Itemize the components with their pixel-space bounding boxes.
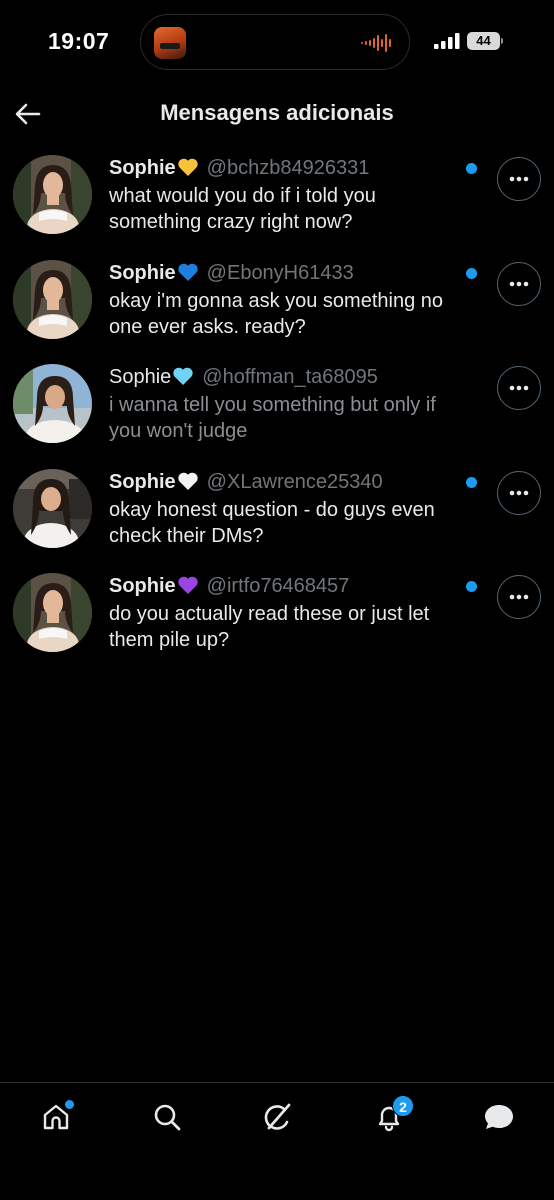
- nav-notifications[interactable]: 2: [369, 1095, 414, 1137]
- dynamic-island[interactable]: [140, 14, 410, 70]
- more-options-button[interactable]: [497, 261, 541, 306]
- status-time: 19:07: [48, 28, 110, 54]
- sender-name: Sophie: [109, 470, 176, 493]
- signal-icon: [434, 33, 460, 49]
- avatar[interactable]: [13, 573, 92, 652]
- message-preview: okay honest question - do guys even chec…: [109, 498, 435, 547]
- bottom-nav: 2: [0, 1082, 554, 1200]
- message-preview: what would you do if i told you somethin…: [109, 185, 376, 233]
- grok-icon: [264, 1103, 291, 1130]
- nav-grok[interactable]: [258, 1097, 298, 1137]
- sender-handle: @EbonyH61433: [206, 261, 354, 284]
- sender-handle: @irtfo76468457: [206, 575, 350, 597]
- waveform-icon: [361, 34, 391, 52]
- avatar[interactable]: [13, 468, 92, 548]
- search-icon: [154, 1104, 181, 1131]
- more-options-button[interactable]: [497, 575, 541, 619]
- more-icon: [509, 281, 529, 286]
- sender-handle: @hoffman_ta68095: [202, 366, 378, 388]
- nav-search[interactable]: [147, 1097, 187, 1137]
- sender-name: Sophie: [109, 366, 172, 388]
- home-badge-dot: [65, 1100, 74, 1109]
- notification-count-badge: 2: [392, 1095, 414, 1117]
- yellow-heart-icon: [178, 158, 198, 176]
- sender-name: Sophie: [109, 575, 176, 597]
- message-request-list: Sophie @bchzb84926331 what would you do i…: [0, 150, 554, 673]
- app-icon: [154, 27, 186, 59]
- avatar[interactable]: [13, 259, 92, 339]
- white-heart-icon: [178, 472, 198, 490]
- list-item[interactable]: Sophie @EbonyH61433 okay i'm gonna ask yo…: [0, 255, 554, 360]
- nav-home[interactable]: [36, 1097, 76, 1137]
- purple-heart-icon: [178, 576, 198, 594]
- list-item[interactable]: Sophie @hoffman_ta68095 i wanna tell you …: [0, 359, 554, 464]
- header: Mensagens adicionais: [0, 90, 554, 140]
- unread-dot: [466, 476, 477, 488]
- nav-messages[interactable]: [479, 1097, 519, 1137]
- message-preview: okay i'm gonna ask you something no one …: [109, 289, 444, 338]
- blue-heart-icon: [178, 263, 198, 281]
- avatar[interactable]: [13, 155, 92, 234]
- messages-icon: [485, 1105, 513, 1129]
- more-icon: [509, 176, 529, 182]
- sender-handle: @XLawrence25340: [206, 470, 383, 493]
- more-options-button[interactable]: [497, 366, 541, 410]
- unread-dot: [466, 581, 477, 592]
- sender-name: Sophie: [109, 157, 176, 179]
- light-blue-heart-icon: [173, 367, 193, 385]
- battery-level: 44: [467, 32, 500, 50]
- battery-icon: 44: [467, 32, 503, 50]
- more-icon: [509, 594, 529, 600]
- list-item[interactable]: Sophie @XLawrence25340 okay honest questi…: [0, 464, 554, 569]
- unread-dot: [466, 267, 477, 279]
- list-item[interactable]: Sophie @bchzb84926331 what would you do i…: [0, 150, 554, 255]
- more-icon: [509, 385, 529, 391]
- list-item[interactable]: Sophie @irtfo76468457 do you actually rea…: [0, 568, 554, 673]
- more-icon: [509, 490, 529, 495]
- status-bar: 19:07 44: [0, 0, 554, 84]
- more-options-button[interactable]: [497, 157, 541, 201]
- sender-handle: @bchzb84926331: [206, 157, 370, 179]
- message-preview: do you actually read these or just let t…: [109, 603, 430, 651]
- unread-dot: [466, 163, 477, 174]
- page-title: Mensagens adicionais: [160, 100, 394, 125]
- message-preview: i wanna tell you something but only if y…: [109, 394, 436, 442]
- avatar[interactable]: [13, 364, 92, 443]
- more-options-button[interactable]: [497, 470, 541, 515]
- sender-name: Sophie: [109, 261, 176, 284]
